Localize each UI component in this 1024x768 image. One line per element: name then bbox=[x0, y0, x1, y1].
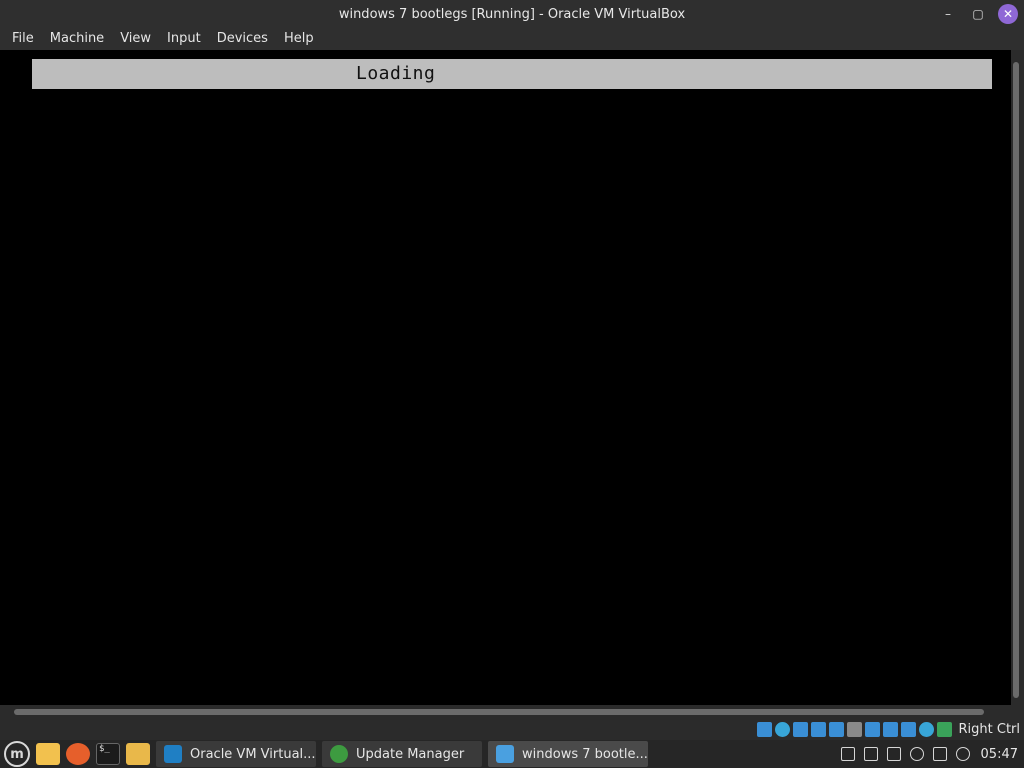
virtualbox-icon bbox=[164, 745, 182, 763]
clock[interactable]: 05:47 bbox=[981, 747, 1018, 762]
menu-view[interactable]: View bbox=[112, 28, 159, 50]
network-icon[interactable] bbox=[810, 721, 826, 737]
menu-file[interactable]: File bbox=[4, 28, 42, 50]
task-windows-vm[interactable]: windows 7 bootle... bbox=[488, 741, 648, 767]
menu-input[interactable]: Input bbox=[159, 28, 209, 50]
loading-text: Loading bbox=[356, 63, 436, 84]
task-label: windows 7 bootle... bbox=[522, 746, 648, 762]
network-icon[interactable] bbox=[932, 747, 947, 761]
recording-icon[interactable] bbox=[882, 721, 898, 737]
optical-drive-icon[interactable] bbox=[774, 721, 790, 737]
keyboard-capture-icon[interactable] bbox=[936, 721, 952, 737]
window-controls: – ▢ ✕ bbox=[938, 4, 1018, 24]
mouse-integration-icon[interactable] bbox=[918, 721, 934, 737]
loading-bar: Loading bbox=[32, 59, 992, 89]
task-update-manager[interactable]: Update Manager bbox=[322, 741, 482, 767]
task-label: Oracle VM Virtual... bbox=[190, 746, 316, 762]
menu-bar: File Machine View Input Devices Help bbox=[0, 28, 1024, 50]
task-label: Update Manager bbox=[356, 746, 465, 762]
update-manager-icon bbox=[330, 745, 348, 763]
vertical-scrollbar[interactable] bbox=[1013, 62, 1019, 698]
vm-status-bar: Right Ctrl bbox=[0, 718, 1024, 740]
hard-disk-icon[interactable] bbox=[756, 721, 772, 737]
windows-vm-icon bbox=[496, 745, 514, 763]
terminal-icon[interactable]: $_ bbox=[96, 743, 120, 765]
minimize-button[interactable]: – bbox=[938, 4, 958, 24]
vm-screen[interactable]: Loading bbox=[0, 50, 1011, 705]
show-desktop-icon[interactable] bbox=[36, 743, 60, 765]
host-key-label[interactable]: Right Ctrl bbox=[959, 722, 1021, 737]
virtualization-icon bbox=[900, 721, 916, 737]
shared-folders-icon[interactable] bbox=[846, 721, 862, 737]
maximize-button[interactable]: ▢ bbox=[968, 4, 988, 24]
clipboard-icon[interactable] bbox=[840, 747, 855, 761]
menu-help[interactable]: Help bbox=[276, 28, 322, 50]
window-title: windows 7 bootlegs [Running] - Oracle VM… bbox=[338, 6, 686, 22]
usb-icon[interactable] bbox=[828, 721, 844, 737]
user-icon[interactable] bbox=[909, 747, 924, 761]
display-icon[interactable] bbox=[864, 721, 880, 737]
title-bar: windows 7 bootlegs [Running] - Oracle VM… bbox=[0, 0, 1024, 28]
task-oracle-vm[interactable]: Oracle VM Virtual... bbox=[156, 741, 316, 767]
volume-icon[interactable] bbox=[955, 747, 970, 761]
system-tray: 05:47 bbox=[840, 747, 1024, 762]
horizontal-scrollbar[interactable] bbox=[14, 709, 984, 715]
menu-devices[interactable]: Devices bbox=[209, 28, 276, 50]
taskbar: m $_ Oracle VM Virtual... Update Manager… bbox=[0, 740, 1024, 768]
files-icon[interactable] bbox=[126, 743, 150, 765]
menu-machine[interactable]: Machine bbox=[42, 28, 112, 50]
close-button[interactable]: ✕ bbox=[998, 4, 1018, 24]
shield-icon[interactable] bbox=[863, 747, 878, 761]
audio-icon[interactable] bbox=[792, 721, 808, 737]
vm-display-frame: Loading bbox=[0, 50, 1024, 718]
mint-menu-icon[interactable]: m bbox=[4, 741, 30, 767]
firefox-icon[interactable] bbox=[66, 743, 90, 765]
removable-drive-icon[interactable] bbox=[886, 747, 901, 761]
